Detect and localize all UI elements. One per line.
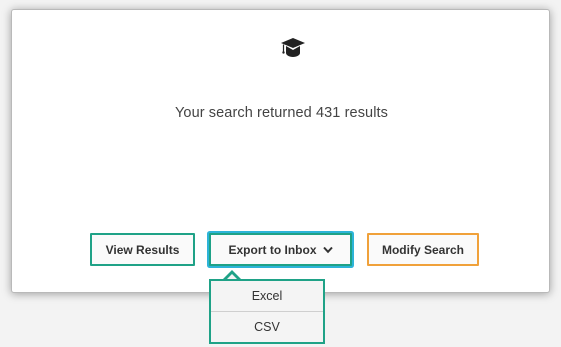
modify-search-label: Modify Search [381,242,465,257]
view-results-button[interactable]: View Results [90,233,195,266]
view-results-label: View Results [105,242,180,257]
export-to-inbox-label: Export to Inbox [228,242,317,257]
chevron-down-icon [322,246,333,253]
modify-search-button[interactable]: Modify Search [367,233,479,266]
export-format-menu: Excel CSV [209,279,325,344]
graduation-cap-icon [281,38,305,57]
search-result-count: Your search returned 431 results [174,105,389,121]
export-menu-item-excel[interactable]: Excel [211,281,323,311]
export-menu-item-csv[interactable]: CSV [211,311,323,341]
export-to-inbox-button[interactable]: Export to Inbox [209,233,352,266]
